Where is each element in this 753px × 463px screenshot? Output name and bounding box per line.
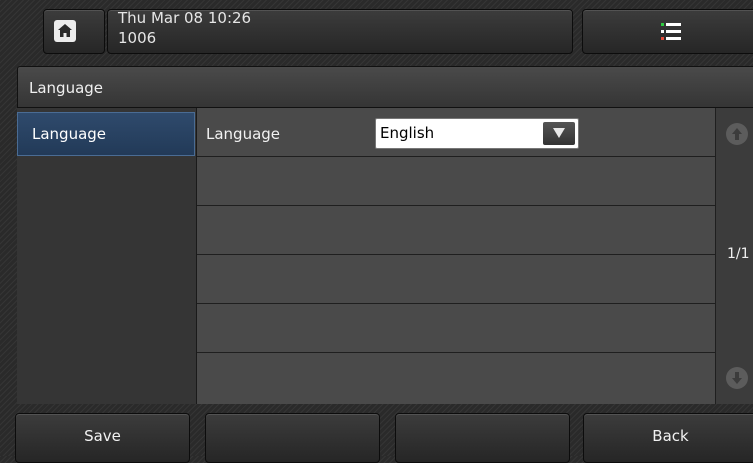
language-select[interactable]: English: [375, 118, 579, 149]
menu-button[interactable]: [582, 9, 753, 54]
scroll-down-icon[interactable]: [726, 367, 748, 389]
status-info: Thu Mar 08 10:26 1006: [118, 8, 251, 48]
dropdown-arrow-icon[interactable]: [543, 122, 575, 145]
setting-row-empty: [197, 304, 715, 353]
setting-row-empty: [197, 206, 715, 255]
scroll-up-icon[interactable]: [726, 123, 748, 145]
setting-row-empty: [197, 255, 715, 304]
language-label: Language: [206, 125, 281, 143]
extension-label: 1006: [118, 29, 157, 47]
menu-icon: [661, 23, 681, 40]
date-time-label: Thu Mar 08 10:26: [118, 9, 252, 27]
page-indicator: 1/1: [727, 246, 750, 262]
sidebar-item-language[interactable]: Language: [17, 112, 195, 156]
setting-row-empty: [197, 157, 715, 206]
setting-row-empty: [197, 353, 715, 404]
home-icon: [54, 20, 76, 42]
home-button[interactable]: [43, 9, 105, 54]
language-select-value: English: [380, 124, 435, 142]
page-title: Language: [17, 66, 753, 108]
